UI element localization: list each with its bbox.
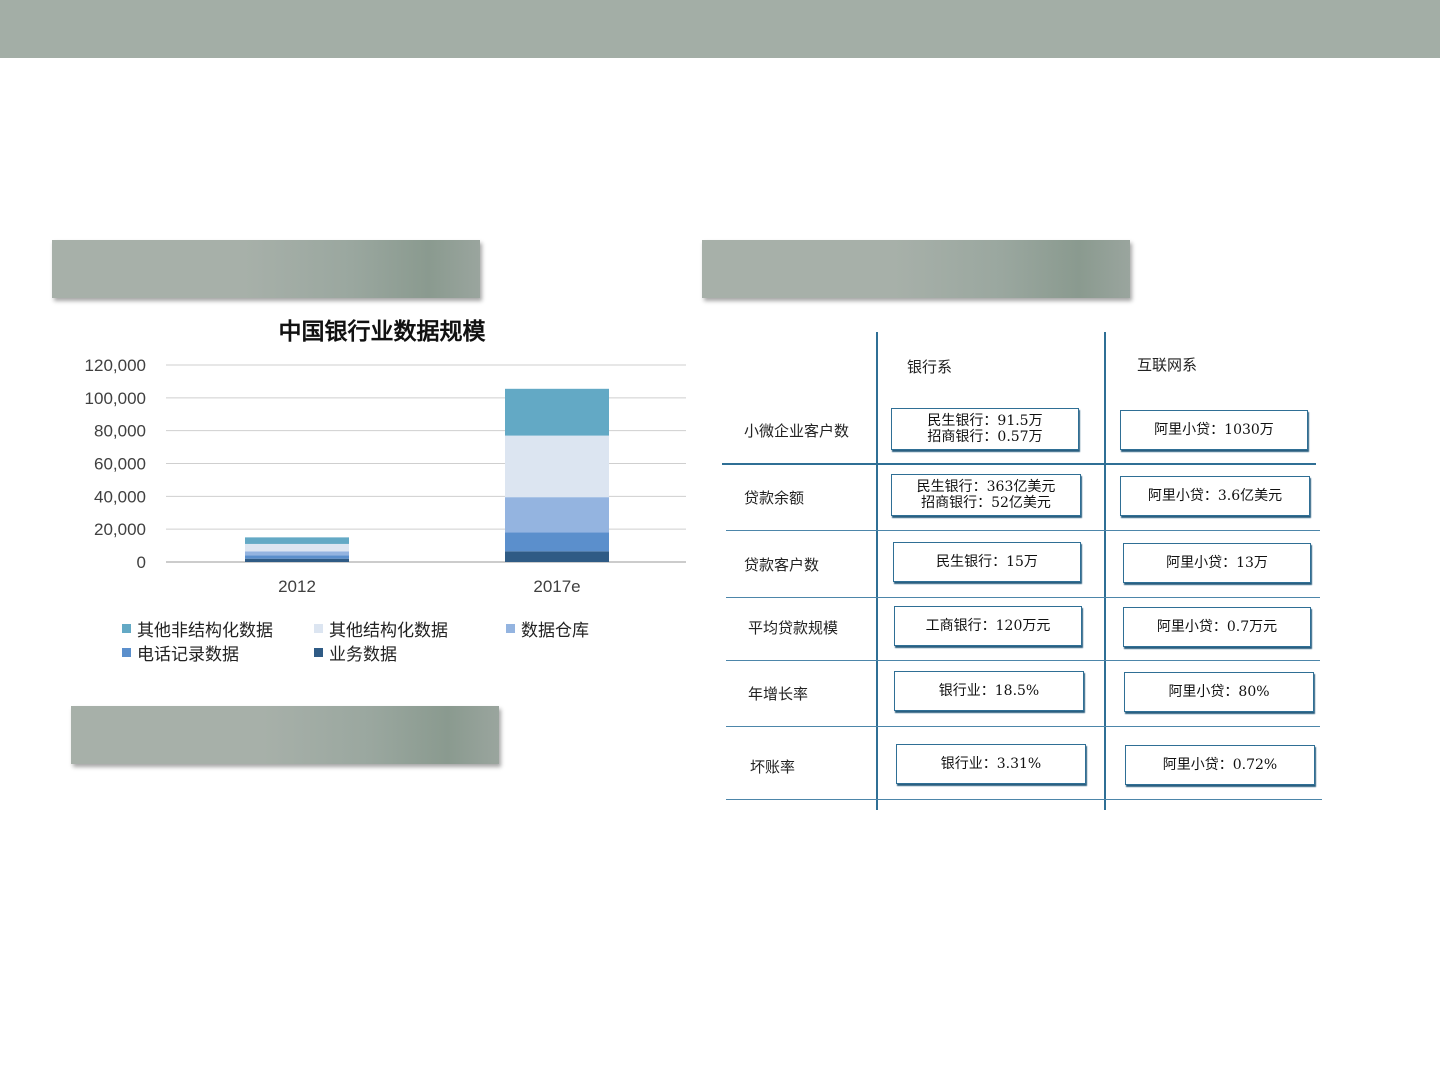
legend-swatch (506, 624, 515, 633)
y-tick-label: 60,000 (94, 455, 146, 474)
comparison-table: 银行系 互联网系 小微企业客户数 民生银行：91.5万 招商银行：0.57万 阿… (722, 332, 1322, 812)
bank-value: 银行业：3.31% (940, 756, 1042, 772)
legend-swatch (122, 648, 131, 657)
bank-value: 民生银行：363亿美元 (916, 479, 1056, 495)
bar-segment (245, 558, 349, 562)
table-row-divider (726, 660, 1320, 661)
legend-label: 其他结构化数据 (329, 621, 448, 641)
table-row-divider (726, 799, 1322, 800)
section-banner-right-top (702, 240, 1130, 298)
bank-value: 招商银行：52亿美元 (921, 495, 1051, 511)
bank-value-cell: 民生银行：91.5万 招商银行：0.57万 (891, 408, 1079, 450)
section-banner-left-top (52, 240, 480, 298)
legend-swatch (314, 624, 323, 633)
internet-value-cell: 阿里小贷：0.7万元 (1123, 607, 1311, 647)
y-tick-label: 40,000 (94, 487, 146, 506)
bank-value-cell: 银行业：3.31% (896, 744, 1086, 784)
row-label: 贷款客户数 (744, 556, 820, 574)
bar-segment (505, 532, 609, 552)
y-tick-label: 20,000 (94, 520, 146, 539)
section-banner-left-bottom (71, 706, 499, 764)
x-category-label: 2017e (533, 577, 580, 596)
internet-value-cell: 阿里小贷：80% (1124, 672, 1314, 712)
internet-value-cell: 阿里小贷：3.6亿美元 (1120, 476, 1310, 516)
row-label: 年增长率 (748, 685, 809, 703)
legend-item: 其他结构化数据 (314, 616, 448, 641)
top-header-bar (0, 0, 1440, 58)
y-tick-label: 100,000 (85, 389, 146, 408)
internet-value: 阿里小贷：13万 (1166, 555, 1268, 571)
internet-value: 阿里小贷：0.7万元 (1156, 619, 1278, 635)
bar-segment (245, 537, 349, 544)
internet-value: 阿里小贷：3.6亿美元 (1147, 488, 1283, 504)
bank-value: 招商银行：0.57万 (927, 429, 1043, 445)
table-row-divider (726, 597, 1320, 598)
internet-value-cell: 阿里小贷：0.72% (1125, 745, 1315, 785)
row-label: 坏账率 (750, 758, 796, 776)
row-label: 小微企业客户数 (744, 422, 850, 440)
legend-label: 电话记录数据 (137, 645, 239, 665)
bank-value-cell: 银行业：18.5% (894, 671, 1084, 711)
legend-item: 数据仓库 (506, 616, 589, 641)
bar-segment (245, 543, 349, 552)
bank-value-cell: 工商银行：120万元 (894, 606, 1082, 646)
legend-label: 其他非结构化数据 (137, 621, 273, 641)
bar-segment (505, 551, 609, 562)
bar-segment (505, 497, 609, 533)
chart-title: 中国银行业数据规模 (279, 318, 487, 345)
table-row-divider (722, 463, 1316, 465)
internet-value-cell: 阿里小贷：1030万 (1120, 410, 1308, 450)
table-divider-col1 (876, 332, 878, 810)
bar-segment (245, 551, 349, 556)
y-tick-label: 80,000 (94, 422, 146, 441)
bar-segment (505, 435, 609, 498)
internet-value: 阿里小贷：1030万 (1154, 422, 1274, 438)
row-label: 贷款余额 (744, 489, 805, 507)
bar-segment (245, 555, 349, 559)
table-row-divider (726, 726, 1320, 727)
internet-value-cell: 阿里小贷：13万 (1123, 543, 1311, 583)
y-tick-label: 0 (137, 553, 146, 572)
chart-area: 中国银行业数据规模 0 20,000 40,000 60,000 80,000 100,00… (60, 310, 700, 680)
stacked-bar-chart: 中国银行业数据规模 0 20,000 40,000 60,000 80,000 100,00… (85, 318, 686, 596)
legend-item: 其他非结构化数据 (122, 616, 273, 641)
bank-value: 工商银行：120万元 (925, 618, 1051, 634)
y-tick-label: 120,000 (85, 356, 146, 375)
bank-value: 民生银行：15万 (936, 554, 1038, 570)
bank-value: 银行业：18.5% (938, 683, 1040, 699)
legend-label: 业务数据 (329, 645, 397, 665)
legend-label: 数据仓库 (521, 621, 589, 641)
col-header-internet: 互联网系 (1137, 356, 1198, 374)
legend-item: 业务数据 (314, 640, 397, 665)
x-category-label: 2012 (278, 577, 316, 596)
row-label: 平均贷款规模 (748, 619, 839, 637)
legend-item: 电话记录数据 (122, 640, 239, 665)
legend-swatch (122, 624, 131, 633)
internet-value: 阿里小贷：80% (1168, 684, 1270, 700)
internet-value: 阿里小贷：0.72% (1162, 757, 1278, 773)
col-header-bank: 银行系 (907, 358, 953, 376)
table-row-divider (726, 530, 1320, 531)
bar-segment (505, 388, 609, 436)
legend-swatch (314, 648, 323, 657)
bank-value: 民生银行：91.5万 (927, 413, 1043, 429)
bank-value-cell: 民生银行：15万 (893, 542, 1081, 582)
table-divider-col2 (1104, 332, 1106, 810)
bank-value-cell: 民生银行：363亿美元 招商银行：52亿美元 (891, 474, 1081, 516)
